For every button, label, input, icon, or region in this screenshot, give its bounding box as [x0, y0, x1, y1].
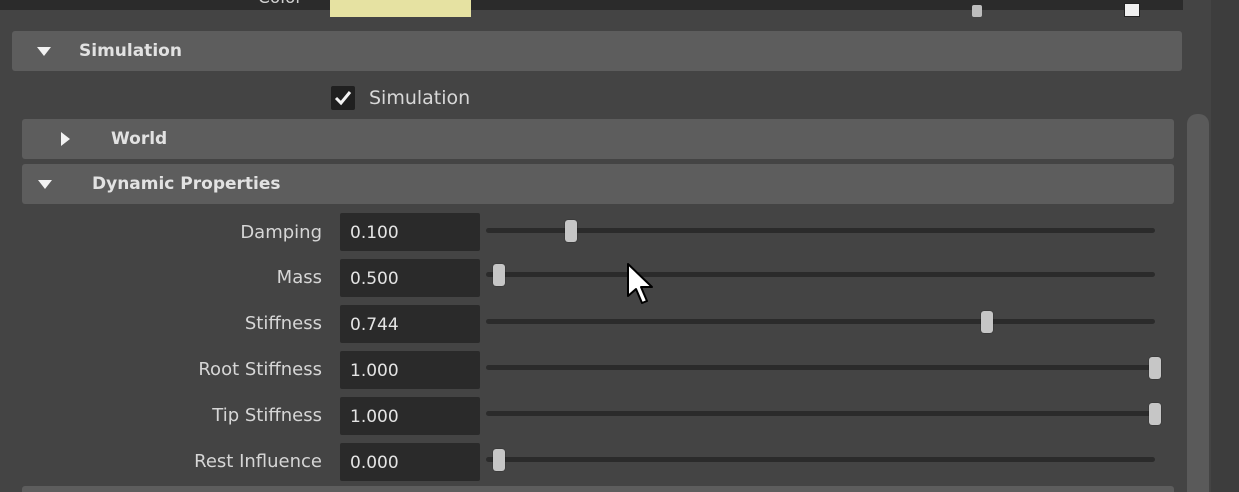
mass-field[interactable]: 0.500: [340, 259, 480, 297]
mass-slider[interactable]: [486, 272, 1155, 277]
mass-slider-handle[interactable]: [493, 264, 505, 286]
damping-label: Damping: [240, 222, 322, 243]
rest-influence-slider[interactable]: [486, 457, 1155, 462]
rest-influence-slider-handle[interactable]: [493, 449, 505, 471]
tip-stiffness-field[interactable]: 1.000: [340, 397, 480, 435]
top-map-button[interactable]: [1124, 3, 1140, 17]
panel-edge: [1211, 0, 1239, 492]
tip-stiffness-slider-handle[interactable]: [1149, 403, 1161, 425]
stiffness-slider-handle[interactable]: [981, 311, 994, 333]
tip-stiffness-slider[interactable]: [486, 411, 1155, 416]
frame-dynamic-properties-label: Dynamic Properties: [92, 174, 281, 194]
stiffness-label: Stiffness: [244, 313, 322, 334]
triangle-down-icon: [37, 46, 51, 56]
root-stiffness-label: Root Stiffness: [198, 359, 322, 380]
scrollbar-thumb[interactable]: [1187, 114, 1209, 492]
stiffness-field[interactable]: 0.744: [340, 305, 480, 343]
frame-world-label: World: [111, 129, 168, 149]
damping-slider-handle[interactable]: [565, 220, 578, 242]
mouse-pointer-icon: [627, 263, 653, 304]
frame-simulation-label: Simulation: [79, 41, 182, 61]
simulation-checkbox-label: Simulation: [369, 87, 471, 109]
top-row-background: [0, 0, 1239, 10]
checkmark-icon: [334, 91, 352, 106]
color-label: Color: [258, 0, 302, 8]
frame-simulation[interactable]: Simulation: [12, 31, 1182, 71]
rest-influence-field[interactable]: 0.000: [340, 443, 480, 481]
mass-label: Mass: [276, 267, 322, 288]
tip-stiffness-label: Tip Stiffness: [212, 405, 322, 426]
root-stiffness-slider[interactable]: [486, 365, 1155, 370]
triangle-down-icon: [38, 179, 52, 189]
rest-influence-label: Rest Influence: [194, 451, 322, 472]
root-stiffness-field[interactable]: 1.000: [340, 351, 480, 389]
triangle-right-icon: [61, 132, 70, 146]
damping-slider[interactable]: [486, 228, 1155, 233]
color-swatch[interactable]: [330, 0, 471, 17]
stiffness-slider[interactable]: [486, 319, 1155, 324]
next-frame-header[interactable]: [22, 486, 1174, 492]
simulation-checkbox[interactable]: [331, 86, 355, 110]
top-slider-handle[interactable]: [972, 5, 982, 17]
root-stiffness-slider-handle[interactable]: [1149, 357, 1161, 379]
frame-world[interactable]: World: [22, 119, 1174, 159]
frame-dynamic-properties[interactable]: Dynamic Properties: [22, 164, 1174, 204]
damping-field[interactable]: 0.100: [340, 213, 480, 251]
